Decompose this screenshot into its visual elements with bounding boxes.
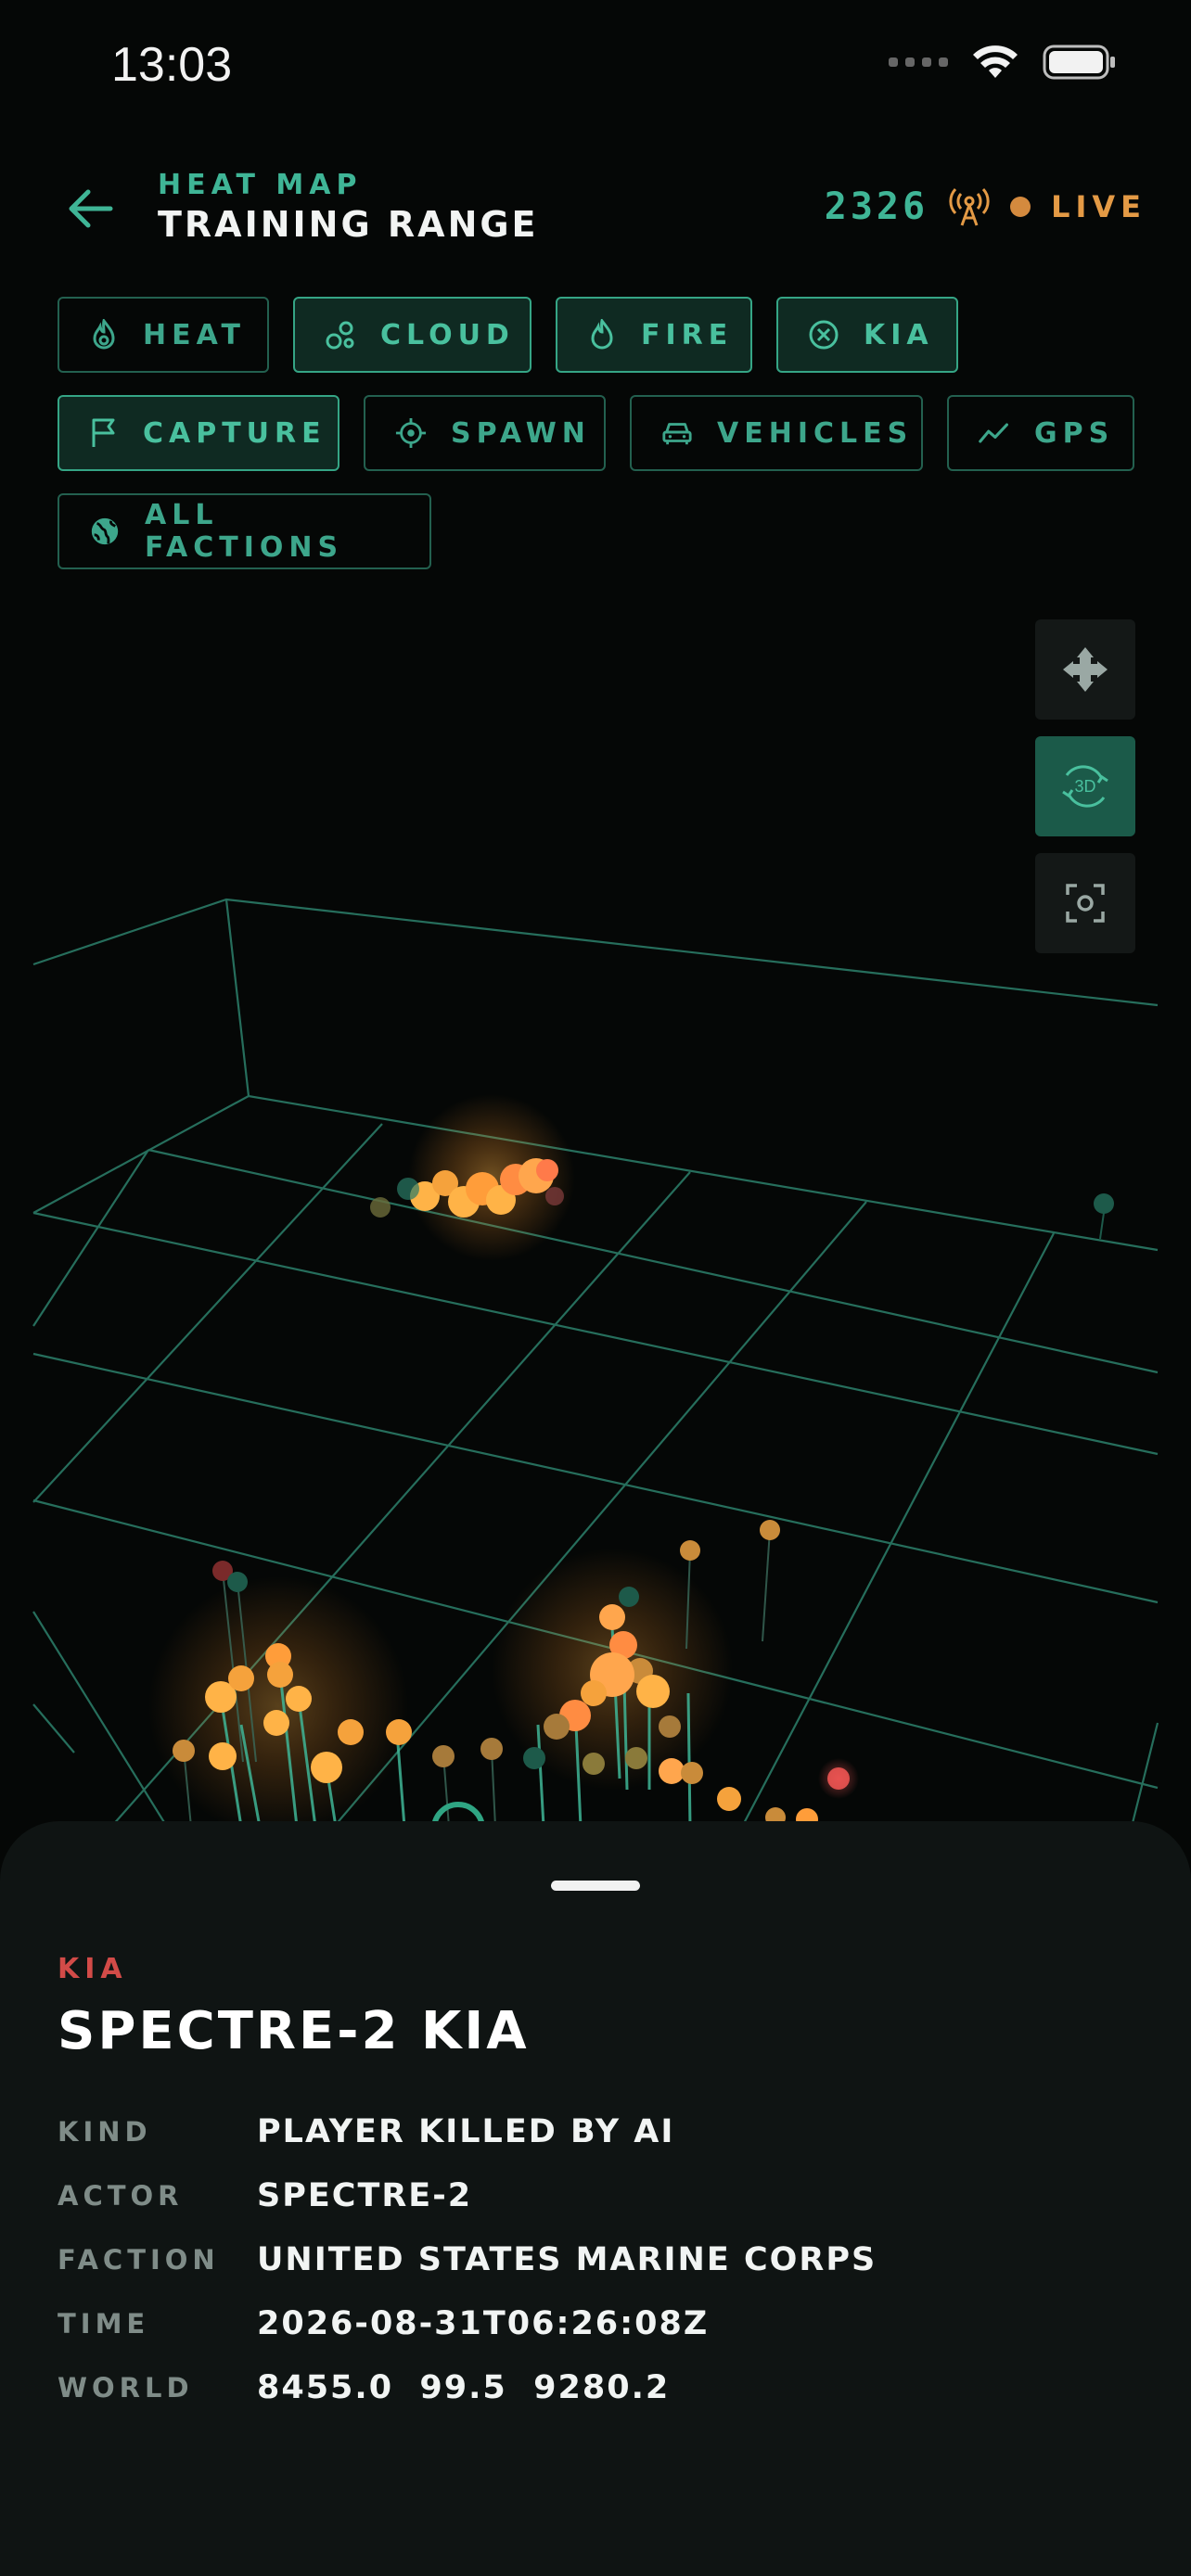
detail-key: FACTION bbox=[58, 2243, 220, 2276]
live-indicator-dot bbox=[1010, 197, 1031, 217]
detail-value: PLAYER KILLED BY AI bbox=[257, 2112, 675, 2150]
event-title: SPECTRE-2 KIA bbox=[58, 2001, 530, 2061]
detail-row-faction: FACTION UNITED STATES MARINE CORPS bbox=[58, 2227, 1133, 2291]
flag-icon bbox=[89, 417, 119, 449]
map-canvas bbox=[32, 898, 1159, 1827]
detail-row-actor: ACTOR SPECTRE-2 bbox=[58, 2163, 1133, 2227]
rotate-3d-label: 3D bbox=[1074, 777, 1095, 796]
flame-outline-icon bbox=[89, 319, 119, 351]
heat-cluster-near bbox=[148, 1520, 859, 1827]
filter-gps[interactable]: GPS bbox=[947, 395, 1134, 471]
detail-value: UNITED STATES MARINE CORPS bbox=[257, 2240, 877, 2278]
filter-label: HEAT bbox=[143, 318, 246, 351]
filter-heat[interactable]: HEAT bbox=[58, 297, 269, 373]
map-controls: 3D bbox=[1035, 619, 1135, 970]
filter-capture[interactable]: CAPTURE bbox=[58, 395, 339, 471]
trend-line-icon bbox=[979, 417, 1010, 449]
detail-key: ACTOR bbox=[58, 2179, 184, 2212]
detail-row-time: TIME 2026-08-31T06:26:08Z bbox=[58, 2291, 1133, 2355]
filter-label: FIRE bbox=[641, 318, 734, 351]
detail-key: KIND bbox=[58, 2115, 152, 2148]
back-button[interactable] bbox=[58, 176, 122, 241]
detail-row-kind: KIND PLAYER KILLED BY AI bbox=[58, 2099, 1133, 2163]
filter-chips: HEAT CLOUD FIRE KIA CAPTURE SPAWN VEHICL… bbox=[58, 297, 1152, 592]
filter-label: SPAWN bbox=[451, 416, 591, 450]
rotate-3d-button[interactable]: 3D bbox=[1035, 736, 1135, 836]
app-header: HEAT MAP TRAINING RANGE 2326 LIVE bbox=[0, 148, 1191, 269]
status-bar: 13:03 bbox=[0, 0, 1191, 139]
broadcast-tower-icon bbox=[949, 187, 990, 226]
filter-cloud[interactable]: CLOUD bbox=[293, 297, 531, 373]
page-title: TRAINING RANGE bbox=[158, 204, 539, 245]
page-subtitle: HEAT MAP bbox=[158, 169, 363, 201]
filter-label: VEHICLES bbox=[717, 416, 914, 450]
status-icons bbox=[889, 45, 1117, 80]
bubbles-icon bbox=[325, 319, 356, 351]
x-circle-icon bbox=[808, 319, 839, 351]
filter-label: ALL FACTIONS bbox=[145, 499, 344, 564]
focus-icon bbox=[1066, 884, 1105, 923]
filter-spawn[interactable]: SPAWN bbox=[364, 395, 606, 471]
rotate-3d-icon: 3D bbox=[1062, 765, 1108, 808]
globe-icon bbox=[89, 516, 121, 547]
filter-label: KIA bbox=[864, 318, 934, 351]
filter-label: CAPTURE bbox=[143, 416, 327, 450]
filter-vehicles[interactable]: VEHICLES bbox=[630, 395, 923, 471]
detail-value: SPECTRE-2 bbox=[257, 2176, 473, 2214]
heat-cluster-far bbox=[370, 1094, 1114, 1261]
move-arrows-icon bbox=[1063, 647, 1108, 692]
filter-label: GPS bbox=[1034, 416, 1115, 450]
pan-mode-button[interactable] bbox=[1035, 619, 1135, 720]
crosshair-icon bbox=[395, 417, 427, 449]
live-status: 2326 LIVE bbox=[825, 185, 1146, 228]
filter-label: CLOUD bbox=[380, 318, 515, 351]
event-type-tag: KIA bbox=[58, 1953, 128, 1985]
cellular-signal-icon bbox=[889, 57, 948, 67]
event-count: 2326 bbox=[824, 185, 929, 228]
event-detail-sheet: KIA SPECTRE-2 KIA KIND PLAYER KILLED BY … bbox=[0, 1821, 1191, 2576]
live-label: LIVE bbox=[1051, 189, 1146, 224]
wifi-icon bbox=[973, 45, 1018, 78]
battery-icon bbox=[1043, 45, 1115, 80]
event-details: KIND PLAYER KILLED BY AI ACTOR SPECTRE-2… bbox=[58, 2099, 1133, 2419]
detail-key: TIME bbox=[58, 2307, 150, 2340]
detail-value: 2026-08-31T06:26:08Z bbox=[257, 2304, 710, 2342]
arrow-left-icon bbox=[69, 189, 113, 228]
fire-icon bbox=[587, 319, 617, 351]
filter-kia[interactable]: KIA bbox=[776, 297, 958, 373]
detail-key: WORLD bbox=[58, 2371, 194, 2404]
filter-fire[interactable]: FIRE bbox=[556, 297, 752, 373]
detail-value: 8455.0 99.5 9280.2 bbox=[257, 2368, 671, 2406]
sheet-grabber[interactable] bbox=[551, 1881, 640, 1891]
car-icon bbox=[661, 417, 693, 449]
recenter-button[interactable] bbox=[1035, 853, 1135, 953]
detail-row-world: WORLD 8455.0 99.5 9280.2 bbox=[58, 2355, 1133, 2419]
clock: 13:03 bbox=[111, 38, 233, 92]
heat-map-3d-view[interactable] bbox=[0, 556, 1191, 1827]
